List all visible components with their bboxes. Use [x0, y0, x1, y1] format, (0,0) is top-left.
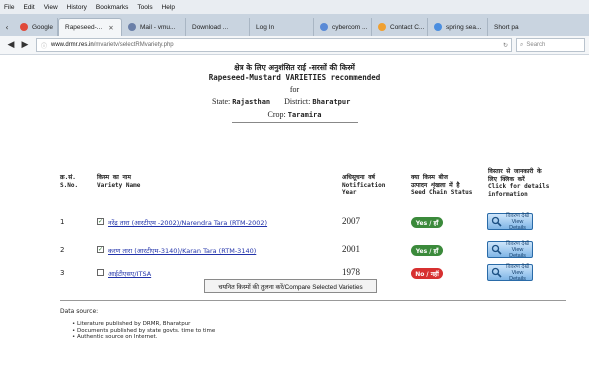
spring-favicon-icon	[434, 23, 442, 31]
url-bar[interactable]: ⓘ www.drmr.res.in /mvarietv/selectRMvari…	[36, 38, 512, 52]
tab-mail[interactable]: Mail - vmu...	[122, 18, 186, 36]
search-icon: ⌕	[520, 41, 524, 48]
row-sno: 1	[60, 218, 65, 226]
url-host: www.drmr.res.in	[51, 42, 94, 48]
google-favicon-icon	[20, 23, 28, 31]
forward-icon[interactable]: ▶	[18, 38, 32, 52]
navigation-bar: ◀ ▶ ⓘ www.drmr.res.in /mvarietv/selectRM…	[0, 36, 589, 55]
search-input[interactable]: ⌕ Search	[516, 38, 585, 52]
view-details-button[interactable]: विवरण देखें View Details	[487, 241, 533, 259]
tab-scroll-left-icon[interactable]: ‹	[0, 18, 14, 36]
page-content: क्षेत्र के लिए अनुशंसित राई -सरसों की कि…	[0, 55, 589, 362]
seed-chain-status-badge: Yes / हाँ	[411, 245, 443, 256]
variety-link[interactable]: आईटीएसए/ITSA	[108, 269, 151, 278]
tab-login[interactable]: Log In	[250, 18, 314, 36]
header-sno: क्र.सं. S.No.	[60, 174, 79, 189]
district-label: District:	[284, 97, 311, 106]
view-details-button[interactable]: विवरण देखें View Details	[487, 213, 533, 231]
header-seed-chain-status: क्या किस्म बीज उत्पादन शृंखला में है See…	[411, 174, 473, 196]
tab-short[interactable]: Short pa	[488, 18, 530, 36]
header-notification-year: अधिसूचना वर्ष Notification Year	[342, 174, 386, 196]
table-row: 1 ✓ नरेंद्र तारा (आरटीएम -2002)/Narendra…	[0, 213, 589, 233]
variety-checkbox[interactable]: ✓	[97, 246, 104, 253]
page-title-english: Rapeseed-Mustard VARIETIES recommended	[208, 73, 381, 82]
divider	[60, 300, 566, 301]
compare-selected-button[interactable]: चयनित किस्मों की तुलना करें/Compare Sele…	[204, 279, 377, 293]
header-details-info: विस्तार से जानकारी के लिए क्लिक करें Cli…	[488, 168, 550, 198]
cybercom-favicon-icon	[320, 23, 328, 31]
contact-favicon-icon	[378, 23, 386, 31]
crop-value: Taramira	[287, 111, 322, 119]
reload-icon[interactable]: ↻	[503, 42, 508, 49]
tab-download[interactable]: Download ...	[186, 18, 250, 36]
header-variety-name: किस्म का नाम Variety Name	[97, 174, 141, 189]
table-row: 2 ✓ करण तारा (आरटीएम-3140)/Karan Tara (R…	[0, 241, 589, 261]
variety-checkbox[interactable]: ✓	[97, 218, 104, 225]
url-path: /mvarietv/selectRMvariety.php	[93, 42, 174, 48]
row-year: 2007	[342, 216, 360, 226]
divider	[232, 122, 358, 123]
crop-label: Crop:	[267, 110, 286, 119]
tab-cybercom[interactable]: cybercom ...	[314, 18, 372, 36]
menu-tools[interactable]: Tools	[137, 4, 152, 11]
tab-rapeseed[interactable]: Rapeseed-... ✕	[58, 18, 122, 36]
row-year: 2001	[342, 244, 360, 254]
menu-edit[interactable]: Edit	[23, 4, 34, 11]
magnifier-icon	[490, 266, 503, 279]
row-year: 1978	[342, 267, 360, 277]
variety-link[interactable]: करण तारा (आरटीएम-3140)/Karan Tara (RTM-3…	[108, 246, 256, 255]
data-source-label: Data source:	[60, 308, 99, 315]
menu-bar: File Edit View History Bookmarks Tools H…	[0, 0, 589, 14]
tab-spring[interactable]: spring sea...	[428, 18, 488, 36]
data-source-list: Literature published by DRMR, Bharatpur …	[72, 321, 215, 341]
seed-chain-status-badge: No / नहीं	[411, 268, 443, 279]
menu-view[interactable]: View	[44, 4, 58, 11]
variety-checkbox[interactable]	[97, 269, 104, 276]
row-sno: 3	[60, 269, 65, 277]
site-info-icon[interactable]: ⓘ	[41, 41, 47, 50]
magnifier-icon	[490, 243, 503, 256]
tab-bar: ‹ Google Rapeseed-... ✕ Mail - vmu... Do…	[0, 14, 589, 36]
tab-contact[interactable]: Contact C...	[372, 18, 428, 36]
menu-file[interactable]: File	[4, 4, 14, 11]
page-title-hindi: क्षेत्र के लिए अनुशंसित राई -सरसों की कि…	[234, 63, 355, 72]
crop-line: Crop: Taramira	[0, 110, 589, 119]
district-value: Bharatpur	[312, 98, 351, 106]
variety-link[interactable]: नरेंद्र तारा (आरटीएम -2002)/Narendra Tar…	[108, 218, 267, 227]
search-placeholder: Search	[526, 42, 546, 48]
state-value: Rajasthan	[232, 98, 271, 106]
state-district-line: State: Rajasthan District: Bharatpur	[212, 97, 350, 106]
state-label: State:	[212, 97, 231, 106]
list-item: Authentic source on Internet.	[72, 334, 215, 341]
view-details-button[interactable]: विवरण देखें View Details	[487, 264, 533, 282]
magnifier-icon	[490, 215, 503, 228]
for-text: for	[289, 85, 300, 94]
row-sno: 2	[60, 246, 65, 254]
menu-bookmarks[interactable]: Bookmarks	[96, 4, 129, 11]
mail-favicon-icon	[128, 23, 136, 31]
back-icon[interactable]: ◀	[4, 38, 18, 52]
menu-history[interactable]: History	[67, 4, 87, 11]
menu-help[interactable]: Help	[162, 4, 175, 11]
tab-google[interactable]: Google	[14, 18, 58, 36]
seed-chain-status-badge: Yes / हाँ	[411, 217, 443, 228]
close-tab-icon[interactable]: ✕	[108, 24, 113, 32]
